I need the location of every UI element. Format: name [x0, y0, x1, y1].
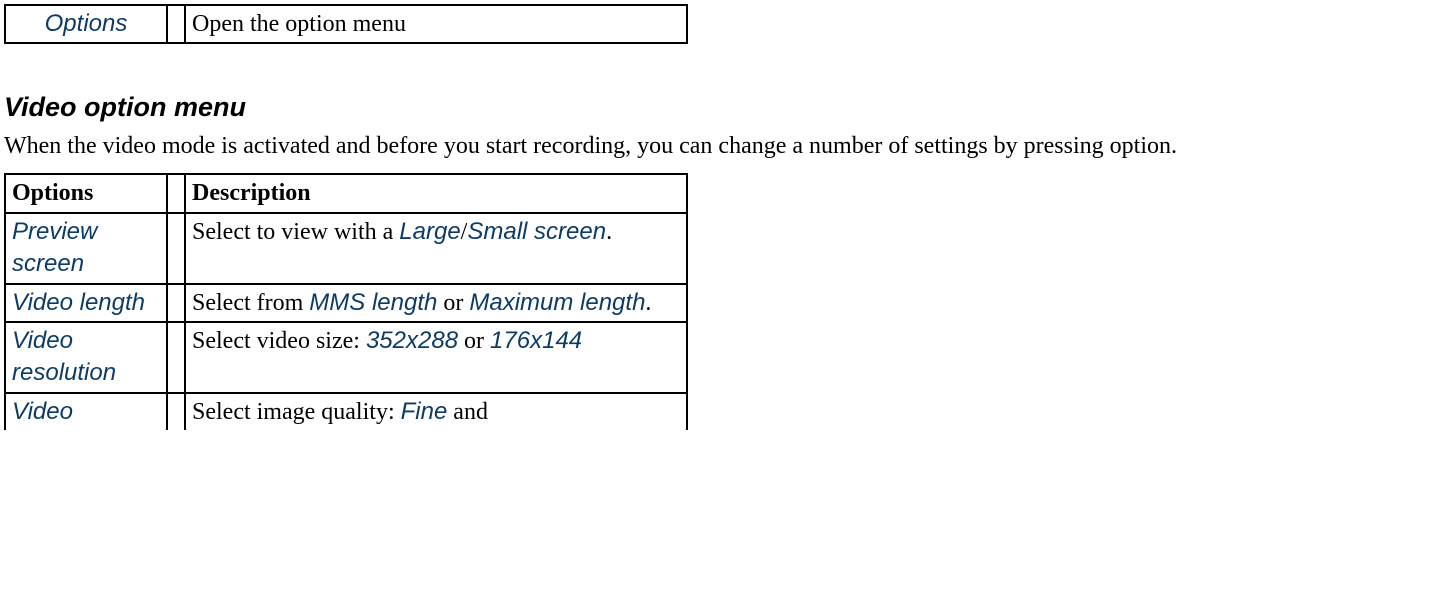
desc-keyword: MMS length — [309, 289, 437, 316]
spacer-cell — [167, 213, 185, 284]
option-name: Video — [12, 398, 73, 425]
option-name: Video length — [12, 289, 145, 316]
option-label: Options — [45, 10, 128, 37]
desc-text: Select from — [192, 290, 309, 316]
top-desc-cell: Open the option menu — [185, 5, 687, 43]
option-name-cell: Video length — [5, 284, 167, 322]
desc-text: or — [437, 290, 469, 316]
header-description: Description — [185, 174, 687, 212]
desc-keyword: Small screen — [467, 218, 606, 245]
desc-keyword: Fine — [401, 398, 448, 425]
desc-text: or — [458, 328, 490, 354]
desc-text: . — [645, 290, 651, 316]
top-option-cell: Options — [5, 5, 167, 43]
spacer-cell — [167, 5, 185, 43]
table-row: Video length Select from MMS length or M… — [5, 284, 687, 322]
option-name: Video resolution — [12, 327, 116, 386]
spacer-cell — [167, 174, 185, 212]
desc-text: Select image quality: — [192, 399, 401, 425]
desc-text: Select to view with a — [192, 219, 399, 245]
option-name-cell: Video resolution — [5, 322, 167, 393]
option-desc-cell: Select video size: 352x288 or 176x144 — [185, 322, 687, 393]
option-desc-cell: Select image quality: Fine and — [185, 393, 687, 430]
option-name: Preview screen — [12, 218, 97, 277]
desc-keyword: Maximum length — [469, 289, 645, 316]
top-options-row-table: Options Open the option menu — [4, 4, 688, 44]
option-desc-cell: Select from MMS length or Maximum length… — [185, 284, 687, 322]
table-row: Options Open the option menu — [5, 5, 687, 43]
option-name-cell: Video — [5, 393, 167, 430]
desc-text: Select video size: — [192, 328, 366, 354]
option-name-cell: Preview screen — [5, 213, 167, 284]
intro-paragraph: When the video mode is activated and bef… — [4, 125, 1444, 167]
desc-keyword: 352x288 — [366, 327, 458, 354]
section-heading: Video option menu — [4, 92, 1450, 123]
desc-text: . — [606, 219, 612, 245]
table-row: Preview screen Select to view with a Lar… — [5, 213, 687, 284]
option-desc-cell: Select to view with a Large/Small screen… — [185, 213, 687, 284]
intro-text-pt1: When the video mode is activated and bef… — [4, 133, 1110, 159]
header-options: Options — [5, 174, 167, 212]
desc-text: and — [447, 399, 488, 425]
intro-text-pt2: option. — [1110, 133, 1177, 159]
desc-keyword: 176x144 — [490, 327, 582, 354]
spacer-cell — [167, 284, 185, 322]
spacer-cell — [167, 322, 185, 393]
video-options-table: Options Description Preview screen Selec… — [4, 173, 688, 430]
table-header-row: Options Description — [5, 174, 687, 212]
table-row: Video Select image quality: Fine and — [5, 393, 687, 430]
table-row: Video resolution Select video size: 352x… — [5, 322, 687, 393]
desc-keyword: Large — [399, 218, 460, 245]
spacer-cell — [167, 393, 185, 430]
